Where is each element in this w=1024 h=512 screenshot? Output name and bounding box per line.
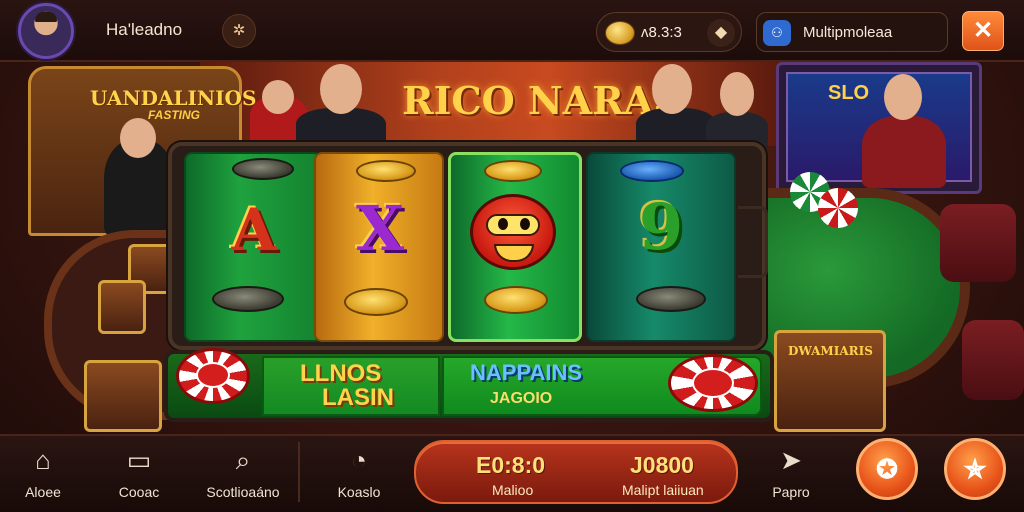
coin-icon <box>484 286 548 314</box>
coin-icon <box>344 288 408 316</box>
win-right-title: NAPPAINS <box>470 360 583 385</box>
win-right-subtitle: JAGOIO <box>490 390 553 407</box>
search-icon: ⌕ <box>235 445 251 475</box>
host-head-left <box>120 118 156 158</box>
coin-balance-pill[interactable]: ʌ8.3:3 ◆ <box>596 12 742 52</box>
multiplayer-mode-button[interactable]: ⚇ Multipmoleaa <box>756 12 948 52</box>
mascot-pupil <box>520 218 530 230</box>
nav-divider <box>298 442 300 502</box>
dealer-head <box>884 74 922 120</box>
right-card-title: DWAMIARIS <box>788 344 873 358</box>
slot-handle[interactable] <box>738 206 768 278</box>
arcade-title: SLO <box>828 82 870 104</box>
reel-symbol-letter: A <box>231 196 277 264</box>
left-cabinet-subtitle: FASTING <box>148 108 201 122</box>
nav-label: Scotlioaáno <box>206 484 280 500</box>
nav-item-send[interactable]: ➤ Papro <box>748 438 834 508</box>
nav-item-search[interactable]: ⌕ Scotlioaáno <box>200 438 286 508</box>
coin-balance-value: ʌ8.3:3 <box>641 24 682 41</box>
nav-label: Aloee <box>25 484 61 500</box>
poker-chip-center <box>692 368 734 398</box>
bar-stool <box>940 204 1016 282</box>
nav-label: Koaslo <box>337 484 381 500</box>
nav-item-wallet[interactable]: ▭ Cooac <box>96 438 182 508</box>
stat-value-right: J0800 <box>630 452 694 478</box>
nav-label: Cooac <box>118 484 160 500</box>
bar-stool <box>962 320 1024 400</box>
bonus-action-button[interactable]: ✯ <box>944 438 1006 500</box>
nav-item-home[interactable]: ⌂ Aloee <box>0 438 86 508</box>
coin-stack-icon <box>605 21 635 45</box>
player-avatar[interactable] <box>18 3 74 59</box>
dealer-figure <box>862 116 946 188</box>
coin-icon <box>620 160 684 182</box>
home-icon: ⌂ <box>35 445 51 475</box>
poker-chip-center <box>196 362 230 388</box>
host-head-center <box>320 64 362 114</box>
stat-label-right: Malipt laiiuan <box>622 482 704 498</box>
player-name: Ha'leadno <box>106 20 183 39</box>
portrait-card <box>84 360 162 432</box>
stat-value-left: E0:8:0 <box>476 452 546 478</box>
bonus-icon[interactable]: ✲ <box>222 14 256 48</box>
coin-icon <box>232 158 294 180</box>
stat-label-left: Malioo <box>492 482 534 498</box>
multiplayer-icon: ⚇ <box>763 20 791 46</box>
multiplayer-label: Multipmoleaa <box>803 24 893 41</box>
coin-icon <box>212 286 284 312</box>
clock-icon: ◔ <box>351 445 367 475</box>
coin-icon <box>636 286 706 312</box>
mascot-eyes <box>486 214 540 236</box>
nav-label: Papro <box>772 484 810 500</box>
nav-item-clock[interactable]: ◔ Koaslo <box>316 438 402 508</box>
coin-icon <box>356 160 416 182</box>
wallet-icon: ▭ <box>126 445 152 475</box>
mascot-pupil <box>498 218 508 230</box>
portrait-card <box>98 280 146 334</box>
reel-symbol-number: 9 <box>638 190 684 265</box>
game-screen: RICO NARAS UANDALINIOS FASTING SLO DWAMI… <box>0 0 1024 512</box>
chip-stack-icon <box>818 188 858 228</box>
win-left-subtitle: LASIN <box>322 384 394 411</box>
coin-icon <box>484 160 542 182</box>
spin-action-button[interactable]: ✪ <box>856 438 918 500</box>
add-coins-icon[interactable]: ◆ <box>707 19 735 47</box>
host-head-red <box>262 80 294 114</box>
host-head-right-b <box>720 72 754 116</box>
host-head-right-a <box>652 64 692 114</box>
close-button[interactable]: ✕ <box>962 11 1004 51</box>
left-cabinet-title: UANDALINIOS <box>90 86 257 110</box>
reel-symbol-letter: X <box>355 192 405 265</box>
send-icon: ➤ <box>780 445 802 475</box>
